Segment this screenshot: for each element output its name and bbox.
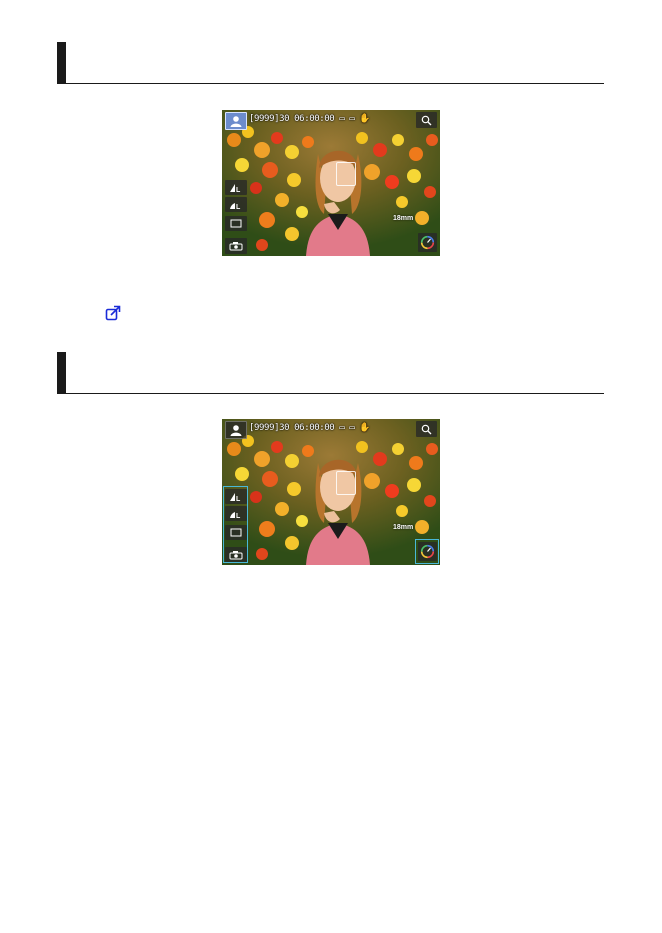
section-heading-1 <box>57 42 604 84</box>
heading-bar <box>57 42 66 84</box>
image-size-large-icon[interactable]: L <box>225 180 247 195</box>
shooting-info-readout: [9999]30 06:00:00 ▭ ▭ ✋ <box>249 114 371 124</box>
portrait-person-icon[interactable] <box>225 112 247 130</box>
heading-rule <box>57 393 604 394</box>
af-point-frame <box>336 162 356 186</box>
portrait-person-icon[interactable] <box>225 421 247 439</box>
shooting-info-readout: [9999]30 06:00:00 ▭ ▭ ✋ <box>249 423 371 433</box>
live-view-image <box>222 110 440 256</box>
quick-settings-column: L L <box>225 180 247 233</box>
af-point-frame <box>336 471 356 495</box>
camera-screen-2: [9999]30 06:00:00 ▭ ▭ ✋ L L 18mm <box>222 419 440 565</box>
svg-text:L: L <box>236 187 241 193</box>
svg-text:L: L <box>236 204 241 210</box>
cross-reference-link-icon[interactable] <box>105 305 121 321</box>
single-shot-frame-icon[interactable] <box>225 216 247 231</box>
live-view-image <box>222 419 440 565</box>
magnifier-icon[interactable] <box>416 421 437 437</box>
highlight-frame-left-controls <box>223 486 248 563</box>
image-size-small-icon[interactable]: L <box>225 197 247 212</box>
creative-assist-dial-icon[interactable] <box>418 233 437 252</box>
focal-length-label: 18mm <box>393 524 414 531</box>
background-blur-icon[interactable] <box>225 238 247 254</box>
camera-screen-1: [9999]30 06:00:00 ▭ ▭ ✋ L L 18mm <box>222 110 440 256</box>
highlight-frame-creative-assist <box>415 539 439 564</box>
heading-rule <box>57 83 604 84</box>
section-heading-2 <box>57 352 604 394</box>
magnifier-icon[interactable] <box>416 112 437 128</box>
heading-bar <box>57 352 66 394</box>
focal-length-label: 18mm <box>393 215 414 222</box>
